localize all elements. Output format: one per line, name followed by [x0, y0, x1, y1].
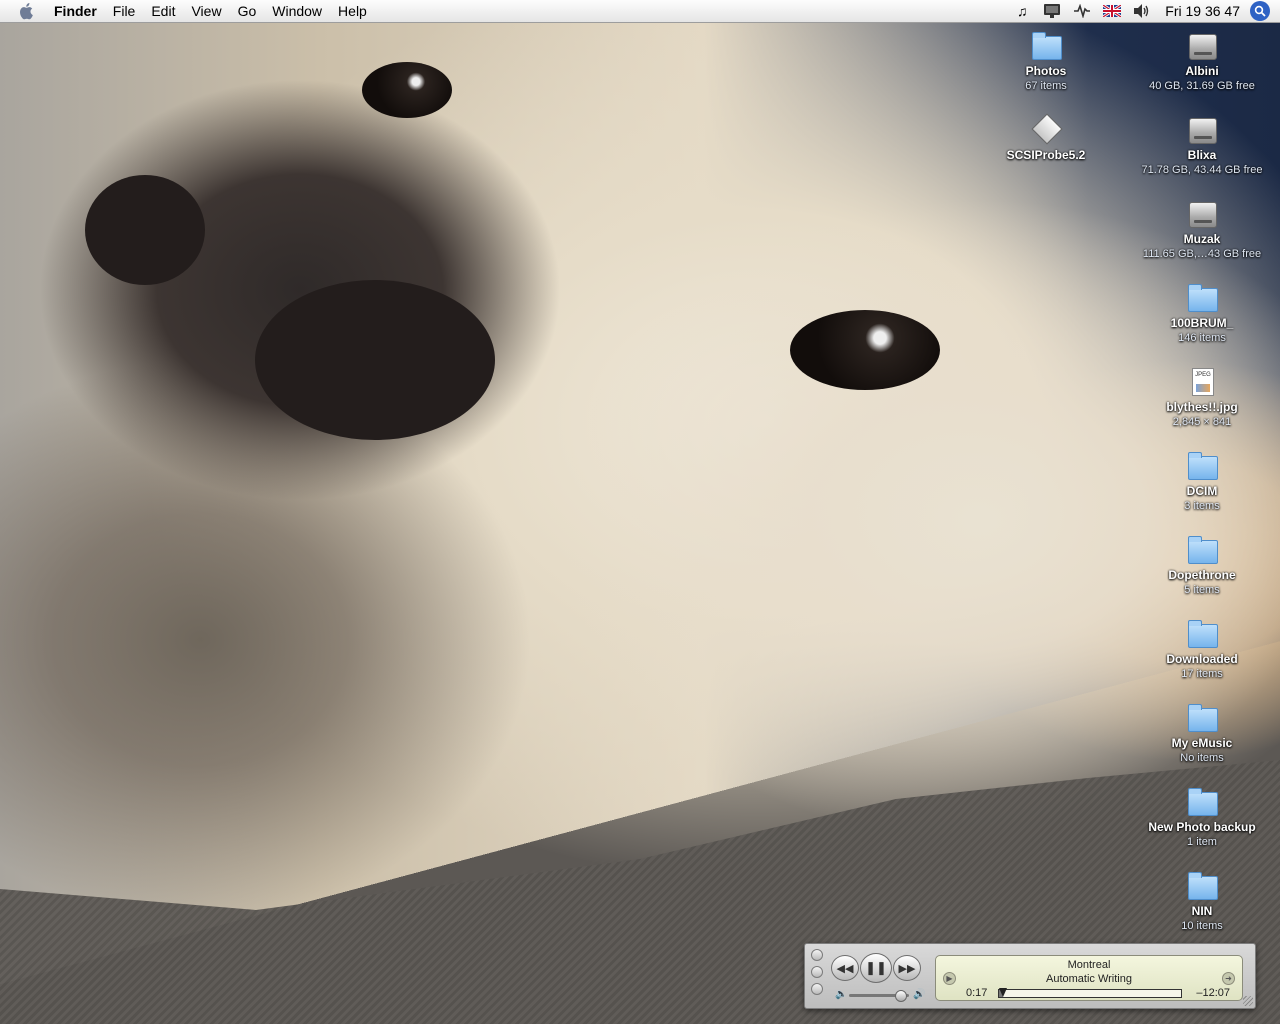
- folder-icon: [1184, 534, 1220, 566]
- wallpaper-eye-right: [790, 310, 940, 390]
- next-track-button[interactable]: ▶▶: [893, 955, 921, 981]
- icon-label: DCIM: [1186, 484, 1218, 498]
- spotlight-search-icon[interactable]: [1250, 1, 1270, 21]
- icon-label: SCSIProbe5.2: [1006, 148, 1086, 162]
- menu-view[interactable]: View: [183, 0, 229, 22]
- now-playing-display: ▶ Montreal Automatic Writing ➜ 0:17 –12:…: [935, 955, 1243, 1001]
- icon-label: New Photo backup: [1148, 820, 1256, 834]
- desktop-icon-my-emusic[interactable]: My eMusic No items: [1137, 702, 1267, 765]
- menu-window[interactable]: Window: [264, 0, 330, 22]
- volume-slider[interactable]: 🔈 🔊: [835, 989, 927, 1002]
- menu-bar: Finder File Edit View Go Window Help ♫ F…: [0, 0, 1280, 23]
- icon-label: My eMusic: [1171, 736, 1233, 750]
- menu-app-name[interactable]: Finder: [46, 0, 105, 22]
- icon-info: 2,845 × 841: [1172, 416, 1232, 428]
- wallpaper-nose-right: [255, 280, 495, 440]
- activity-icon[interactable]: [1072, 2, 1092, 20]
- icon-label: NIN: [1191, 904, 1213, 918]
- volume-high-icon: 🔊: [913, 989, 926, 1000]
- folder-icon: [1184, 282, 1220, 314]
- artist-name: Automatic Writing: [1046, 973, 1132, 985]
- desktop-icon-blixa[interactable]: Blixa 71.78 GB, 43.44 GB free: [1137, 114, 1267, 177]
- uk-flag-icon[interactable]: [1102, 2, 1122, 20]
- application-icon: [1028, 113, 1064, 146]
- desktop-icon-blythes-jpg[interactable]: JPEG blythes!!.jpg 2,845 × 841: [1137, 366, 1267, 429]
- icon-label: Albini: [1185, 64, 1219, 78]
- itunes-mini-player[interactable]: ◀◀ ❚❚ ▶▶ 🔈 🔊 ▶ Montreal Automatic Writin…: [804, 943, 1256, 1009]
- icon-info: 5 items: [1184, 584, 1220, 596]
- apple-menu-icon[interactable]: [18, 2, 36, 20]
- hard-disk-icon: [1184, 30, 1220, 62]
- icon-info: 71.78 GB, 43.44 GB free: [1141, 164, 1263, 176]
- wallpaper-eye-top: [362, 62, 452, 118]
- pause-icon: ❚❚: [865, 960, 887, 975]
- close-window-button[interactable]: [811, 949, 823, 961]
- icon-info: No items: [1180, 752, 1224, 764]
- volume-knob[interactable]: [895, 990, 907, 1002]
- volume-icon[interactable]: [1132, 2, 1152, 20]
- desktop-icon-nin[interactable]: NIN 10 items: [1137, 870, 1267, 933]
- previous-track-button[interactable]: ◀◀: [831, 955, 859, 981]
- folder-icon: [1028, 30, 1064, 62]
- icon-label: Blixa: [1187, 148, 1217, 162]
- jpeg-badge: JPEG: [1195, 372, 1211, 378]
- volume-low-icon: 🔈: [835, 989, 848, 1000]
- icon-info: 1 item: [1187, 836, 1217, 848]
- desktop-icon-dopethrone[interactable]: Dopethrone 5 items: [1137, 534, 1267, 597]
- menu-clock[interactable]: Fri 19 36 47: [1157, 3, 1250, 19]
- fast-forward-icon: ▶▶: [898, 962, 916, 975]
- folder-icon: [1184, 450, 1220, 482]
- progress-bar[interactable]: [998, 988, 1182, 998]
- menu-go[interactable]: Go: [230, 0, 265, 22]
- remaining-time: –12:07: [1196, 987, 1230, 999]
- elapsed-time: 0:17: [966, 987, 988, 999]
- folder-icon: [1184, 618, 1220, 650]
- icon-info: 146 items: [1178, 332, 1226, 344]
- folder-icon: [1184, 786, 1220, 818]
- icon-info: 40 GB, 31.69 GB free: [1149, 80, 1255, 92]
- song-title: Montreal: [1067, 959, 1111, 971]
- music-note-icon[interactable]: ♫: [1012, 2, 1032, 20]
- menu-file[interactable]: File: [105, 0, 144, 22]
- icon-info: 17 items: [1181, 668, 1223, 680]
- desktop-icon-downloaded[interactable]: Downloaded 17 items: [1137, 618, 1267, 681]
- rewind-icon: ◀◀: [836, 962, 854, 975]
- desktop-icon-dcim[interactable]: DCIM 3 items: [1137, 450, 1267, 513]
- minimize-window-button[interactable]: [811, 966, 823, 978]
- jpeg-document-icon: JPEG: [1184, 366, 1220, 398]
- desktop-icon-new-photo-backup[interactable]: New Photo backup 1 item: [1137, 786, 1267, 849]
- desktop-icon-100brum[interactable]: 100BRUM_ 146 items: [1137, 282, 1267, 345]
- icon-label: Downloaded: [1166, 652, 1238, 666]
- icon-info: 67 items: [1025, 80, 1067, 92]
- snapback-button[interactable]: ➜: [1222, 972, 1235, 985]
- icon-info: 10 items: [1181, 920, 1223, 932]
- hard-disk-icon: [1184, 114, 1220, 146]
- folder-icon: [1184, 870, 1220, 902]
- icon-info: 3 items: [1184, 500, 1220, 512]
- desktop-icon-albini[interactable]: Albini 40 GB, 31.69 GB free: [1137, 30, 1267, 93]
- wallpaper-nose-left: [85, 175, 205, 285]
- zoom-window-button[interactable]: [811, 983, 823, 995]
- menu-edit[interactable]: Edit: [143, 0, 183, 22]
- hard-disk-icon: [1184, 198, 1220, 230]
- icon-label: Photos: [1025, 64, 1067, 78]
- menu-extras: ♫ Fri 19 36 47: [1007, 0, 1280, 22]
- resize-grip[interactable]: [1243, 996, 1253, 1006]
- desktop-icon-muzak[interactable]: Muzak 111.65 GB,…43 GB free: [1137, 198, 1267, 261]
- icon-label: 100BRUM_: [1170, 316, 1234, 330]
- icon-label: Muzak: [1183, 232, 1221, 246]
- desktop-icon-photos[interactable]: Photos 67 items: [981, 30, 1111, 93]
- icon-label: Dopethrone: [1168, 568, 1236, 582]
- icon-info: 111.65 GB,…43 GB free: [1142, 248, 1262, 260]
- display-icon[interactable]: [1042, 2, 1062, 20]
- menu-help[interactable]: Help: [330, 0, 375, 22]
- icon-label: blythes!!.jpg: [1166, 400, 1238, 414]
- pause-button[interactable]: ❚❚: [860, 953, 892, 983]
- desktop-icon-scsiprobe[interactable]: SCSIProbe5.2: [981, 113, 1111, 163]
- progress-playhead[interactable]: [998, 988, 1007, 997]
- folder-icon: [1184, 702, 1220, 734]
